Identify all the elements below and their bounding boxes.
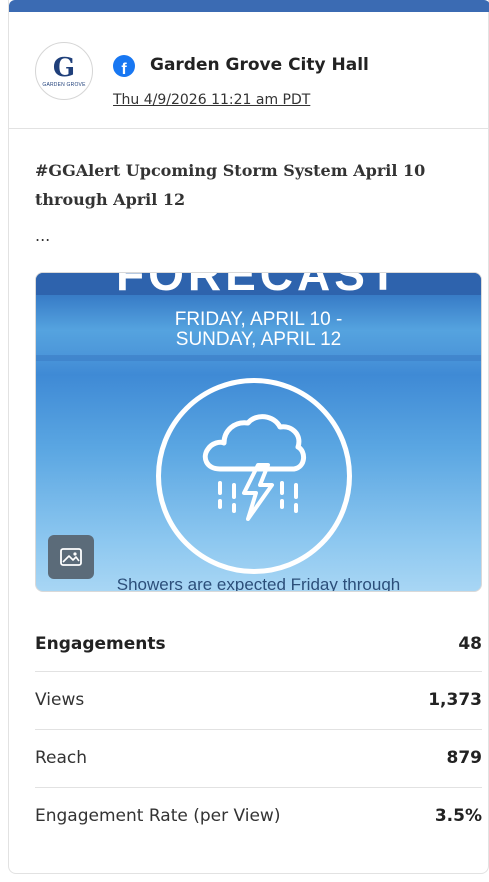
avatar-logo-letter: G [52, 52, 76, 83]
metric-value: 879 [446, 748, 483, 768]
post-body-text: #GGAlert Upcoming Storm System April 10 … [35, 161, 426, 209]
metric-value: 48 [458, 634, 482, 654]
metric-label: Engagements [35, 634, 166, 654]
storm-cloud-icon [202, 414, 306, 521]
see-more-ellipsis[interactable]: ... [35, 226, 50, 245]
image-date-line-2: SUNDAY, APRIL 12 [175, 329, 342, 350]
image-date-line-1: FRIDAY, APRIL 10 - [174, 309, 343, 330]
post-header: G GARDEN GROVE f Garden Grove City Hall … [9, 12, 489, 129]
avatar[interactable]: G GARDEN GROVE [35, 42, 93, 100]
avatar-logo-text: GARDEN GROVE [42, 81, 86, 88]
image-divider-band [36, 355, 481, 361]
metric-label: Views [35, 690, 85, 710]
metric-row-views: Views 1,373 [35, 672, 482, 730]
author-name[interactable]: Garden Grove City Hall [150, 55, 369, 75]
metrics-table: Engagements 48 Views 1,373 Reach 879 Eng… [35, 616, 482, 846]
metric-row-reach: Reach 879 [35, 730, 482, 788]
post-image[interactable]: FORECAST FRIDAY, APRIL 10 - SUNDAY, APRI… [35, 272, 482, 592]
metric-row-engagement-rate: Engagement Rate (per View) 3.5% [35, 788, 482, 846]
metric-label: Engagement Rate (per View) [35, 806, 281, 826]
metric-row-engagements: Engagements 48 [35, 616, 482, 672]
post-timestamp-link[interactable]: Thu 4/9/2026 11:21 am PDT [113, 92, 310, 108]
post-card: G GARDEN GROVE f Garden Grove City Hall … [8, 0, 489, 874]
metric-value: 1,373 [428, 690, 482, 710]
image-icon[interactable] [48, 535, 94, 579]
image-top-word: FORECAST [116, 272, 401, 300]
image-caption-text: Showers are expected Friday through [116, 575, 401, 592]
metric-label: Reach [35, 748, 88, 768]
metric-value: 3.5% [434, 806, 482, 826]
card-accent-bar [9, 0, 489, 12]
facebook-icon: f [113, 55, 135, 77]
